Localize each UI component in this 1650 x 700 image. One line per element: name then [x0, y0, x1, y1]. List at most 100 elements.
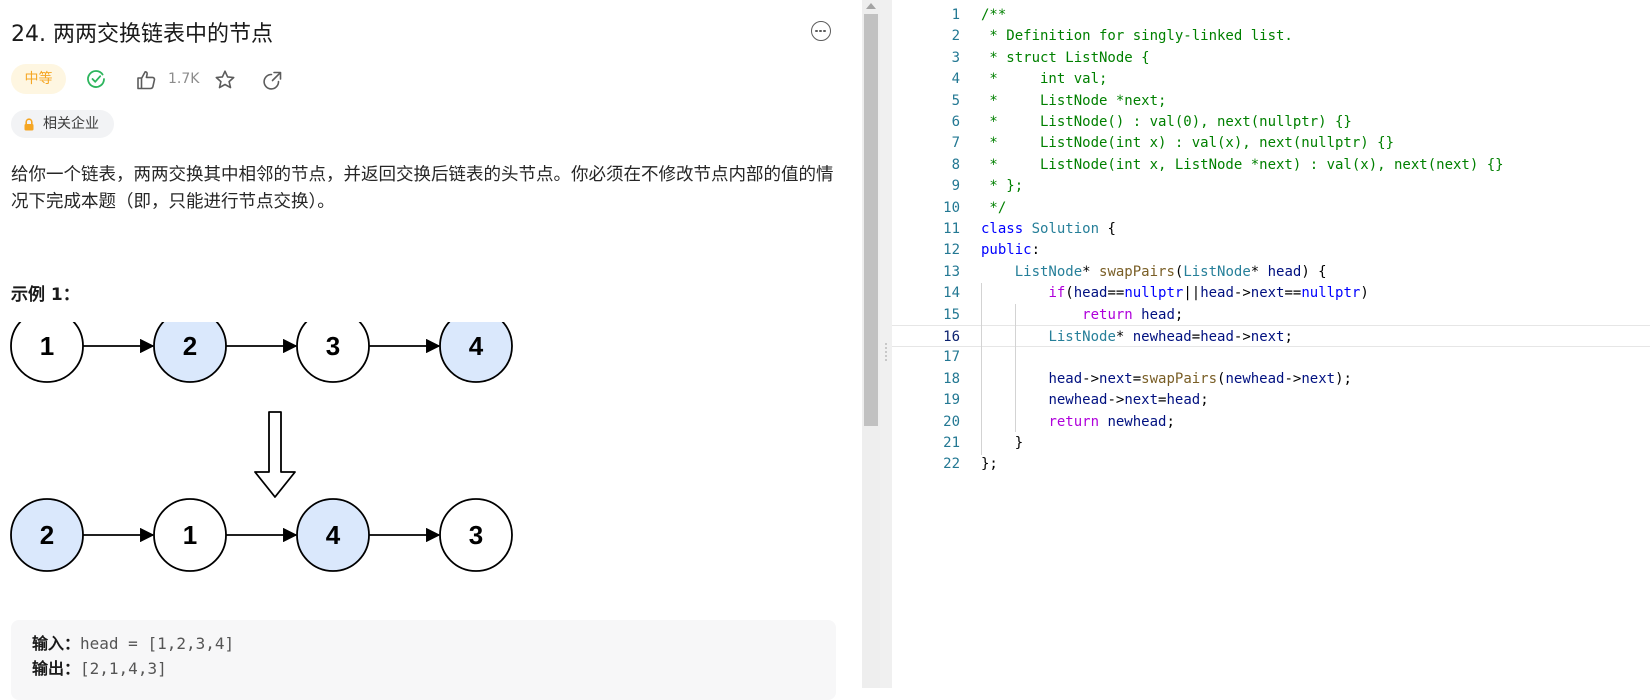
linked-list-diagram: 1 2 3 4 2 1 4 3	[10, 322, 513, 572]
solved-check-icon	[87, 70, 105, 88]
code-line[interactable]: 5 * ListNode *next;	[892, 90, 1650, 112]
code-text: * };	[981, 178, 1024, 195]
code-text: head->next=swapPairs(newhead->next);	[1048, 370, 1352, 387]
code-text: * ListNode() : val(0), next(nullptr) {}	[981, 114, 1352, 130]
line-number: 18	[943, 370, 960, 387]
code-text: }	[981, 435, 1024, 451]
before-node-label: 4	[469, 331, 484, 361]
line-number: 17	[943, 349, 960, 366]
line-number: 10	[943, 199, 960, 216]
code-line[interactable]: 6 * ListNode() : val(0), next(nullptr) {…	[892, 111, 1650, 133]
code-line[interactable]: 4 * int val;	[892, 68, 1650, 90]
code-text: * ListNode(int x, ListNode *next) : val(…	[981, 156, 1504, 173]
code-line[interactable]: 3 * struct ListNode {	[892, 47, 1650, 69]
star-icon[interactable]	[214, 69, 236, 91]
code-text: * struct ListNode {	[981, 49, 1150, 66]
code-editor[interactable]: 1 /** 2 * Definition for singly-linked lis…	[892, 0, 1650, 688]
before-node-label: 3	[326, 331, 340, 361]
line-number: 22	[943, 456, 960, 473]
scroll-up-icon[interactable]	[866, 3, 876, 9]
code-line[interactable]: 9 * };	[892, 175, 1650, 197]
line-number: 4	[951, 71, 960, 88]
line-number: 16	[943, 329, 960, 345]
code-line[interactable]: 22};	[892, 453, 1650, 475]
after-node-label: 1	[183, 520, 197, 550]
code-line[interactable]: 18 head->next=swapPairs(newhead->next);	[892, 368, 1650, 390]
example-input: 输入：head = [1,2,3,4]	[32, 634, 235, 653]
problem-scrollbar[interactable]	[862, 0, 880, 688]
code-text: };	[981, 456, 998, 473]
line-number: 13	[943, 263, 960, 280]
code-line[interactable]: 17	[892, 346, 1650, 368]
drag-handle-icon[interactable]	[885, 343, 887, 361]
before-node-label: 2	[183, 331, 197, 361]
code-line[interactable]: 13 ListNode* swapPairs(ListNode* head) {	[892, 261, 1650, 283]
thumbs-up-icon[interactable]	[135, 69, 157, 91]
line-number: 5	[951, 92, 960, 109]
code-text: return newhead;	[1048, 413, 1175, 430]
before-list: 1 2 3 4	[10, 322, 513, 383]
code-text: * ListNode(int x) : val(x), next(nullptr…	[981, 135, 1395, 152]
code-text: public:	[981, 242, 1041, 259]
line-number: 21	[943, 435, 960, 451]
problem-description: 给你一个链表，两两交换其中相邻的节点，并返回交换后链表的头节点。你必须在不修改节…	[11, 165, 834, 212]
problem-meta-row: 中等 1.7K	[11, 64, 411, 94]
scroll-thumb[interactable]	[864, 14, 878, 426]
example-output: 输出：[2,1,4,3]	[32, 659, 167, 678]
more-icon[interactable]	[811, 21, 831, 41]
code-line[interactable]: 21 }	[892, 432, 1650, 454]
code-text: return head;	[1082, 306, 1184, 323]
code-text: * int val;	[981, 71, 1108, 88]
code-line[interactable]: 16 ListNode* newhead=head->next;	[892, 325, 1650, 347]
line-number: 8	[951, 156, 960, 173]
code-text: * Definition for singly-linked list.	[981, 28, 1293, 45]
code-line[interactable]: 11 class Solution {	[892, 218, 1650, 240]
code-line[interactable]: 12 public:	[892, 239, 1650, 261]
line-number: 9	[951, 178, 960, 195]
related-companies-tag[interactable]: 相关企业	[11, 110, 114, 138]
lock-icon	[24, 118, 34, 131]
related-companies-label: 相关企业	[43, 116, 99, 132]
example-title: 示例 1：	[11, 285, 80, 305]
problem-title: 24. 两两交换链表中的节点	[11, 22, 273, 47]
code-text: if(head==nullptr||head->next==nullptr)	[1048, 285, 1369, 302]
after-node-label: 4	[326, 520, 341, 550]
after-list: 2 1 4 3	[10, 498, 513, 572]
line-number: 12	[943, 242, 960, 259]
code-line[interactable]: 8 * ListNode(int x, ListNode *next) : va…	[892, 154, 1650, 176]
code-line[interactable]: 2 * Definition for singly-linked list.	[892, 25, 1650, 47]
line-number: 19	[943, 392, 960, 409]
code-text: ListNode* swapPairs(ListNode* head) {	[1014, 263, 1327, 280]
code-line[interactable]: 15 return head;	[892, 304, 1650, 326]
line-number: 3	[951, 49, 960, 66]
code-line[interactable]: 19 newhead->next=head;	[892, 389, 1650, 411]
code-line[interactable]: 1 /**	[892, 4, 1650, 26]
likes-count[interactable]: 1.7K	[168, 64, 199, 94]
problem-panel: 24. 两两交换链表中的节点 中等 1.7K 相关企业 给你一个链表，两两交换其…	[0, 0, 862, 700]
after-node-label: 3	[469, 520, 483, 550]
code-line[interactable]: 7 * ListNode(int x) : val(x), next(nullp…	[892, 132, 1650, 154]
share-icon[interactable]	[262, 69, 284, 91]
code-line[interactable]: 14 if(head==nullptr||head->next==nullptr…	[892, 282, 1650, 304]
line-number: 2	[951, 28, 960, 45]
line-number: 14	[943, 285, 960, 302]
code-text: /**	[981, 7, 1007, 23]
line-number: 20	[943, 413, 960, 430]
code-text: ListNode* newhead=head->next;	[1048, 329, 1293, 345]
code-text: */	[981, 199, 1007, 216]
line-number: 7	[951, 135, 960, 152]
code-line[interactable]: 20 return newhead;	[892, 411, 1650, 433]
line-number: 6	[951, 114, 960, 130]
line-number: 11	[943, 221, 960, 237]
line-number: 15	[943, 306, 960, 323]
code-line[interactable]: 10 */	[892, 197, 1650, 219]
indent-guide	[1015, 304, 1016, 432]
code-text: class Solution {	[981, 221, 1116, 237]
before-node-label: 1	[40, 331, 54, 361]
after-node-label: 2	[40, 520, 54, 550]
transform-arrow	[254, 411, 296, 498]
difficulty-badge: 中等	[11, 64, 66, 94]
example-io-box: 输入：head = [1,2,3,4] 输出：[2,1,4,3]	[11, 620, 836, 700]
code-text: * ListNode *next;	[981, 92, 1167, 109]
indent-guide	[981, 283, 982, 455]
